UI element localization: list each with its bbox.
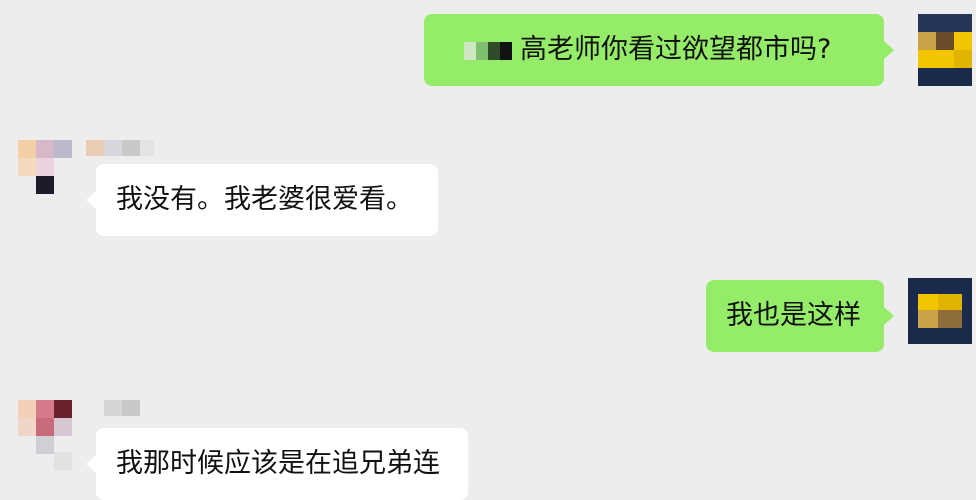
- contact-avatar[interactable]: [18, 400, 72, 470]
- message-text: 高老师你看过欲望都市吗?: [520, 34, 832, 65]
- message-text: 我也是这样: [726, 300, 861, 331]
- pixelated-nickname: [86, 140, 156, 156]
- outgoing-message-bubble[interactable]: 高老师你看过欲望都市吗?: [424, 14, 894, 86]
- outgoing-message-bubble[interactable]: 我也是这样: [706, 280, 894, 352]
- my-avatar[interactable]: [918, 14, 972, 86]
- pixelated-nickname: [104, 400, 140, 416]
- contact-avatar[interactable]: [18, 140, 72, 194]
- chat-area: 高老师你看过欲望都市吗? 我没有。我老婆很爱看。 我也是这样 我那时候应该是在追…: [0, 0, 976, 500]
- message-text: 我没有。我老婆很爱看。: [116, 184, 413, 215]
- incoming-message-bubble[interactable]: 我那时候应该是在追兄弟连: [86, 428, 468, 500]
- message-text: 我那时候应该是在追兄弟连: [116, 448, 440, 479]
- my-avatar[interactable]: [908, 278, 972, 344]
- pixelated-redaction: [464, 33, 512, 69]
- incoming-message-bubble[interactable]: 我没有。我老婆很爱看。: [86, 164, 438, 236]
